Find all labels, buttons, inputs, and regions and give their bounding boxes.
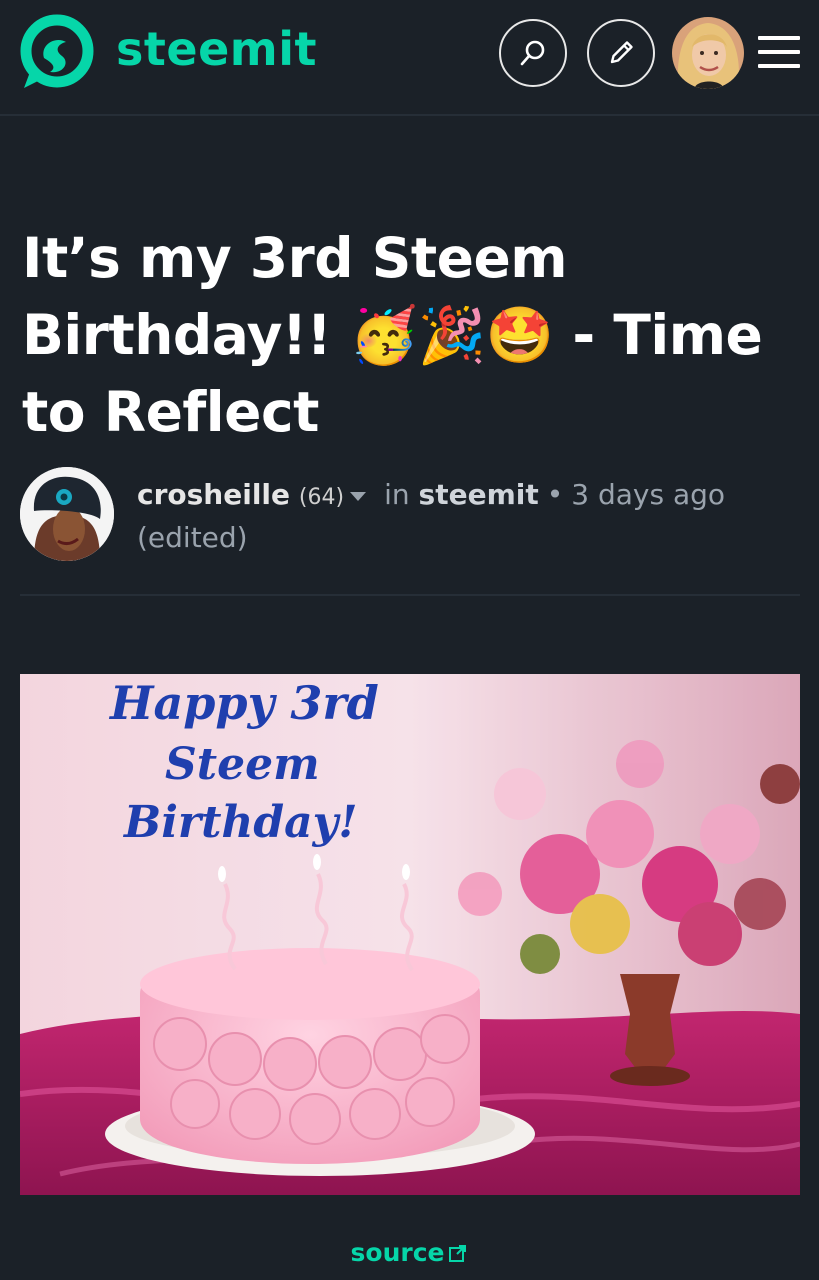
search-icon [520, 40, 545, 66]
birthday-cake-image: Happy 3rd Steem Birthday! [20, 674, 800, 1195]
steemit-logo-icon[interactable] [18, 14, 96, 92]
image-text-line: Birthday! [122, 797, 358, 848]
in-label: in [384, 478, 410, 511]
post-image[interactable]: Happy 3rd Steem Birthday! [20, 674, 800, 1195]
source-link[interactable]: source [0, 1238, 819, 1267]
top-bar: steemit [0, 0, 819, 116]
post-title: It’s my 3rd Steem Birthday!! 🥳🎉🤩 - Time … [22, 226, 763, 444]
community-link[interactable]: steemit [419, 478, 539, 511]
menu-line [758, 50, 800, 54]
image-text-line: Happy 3rd [108, 676, 379, 730]
external-link-icon [449, 1245, 467, 1262]
menu-line [758, 64, 800, 68]
user-avatar[interactable] [672, 17, 744, 89]
author-reputation: (64) [298, 485, 345, 510]
edited-label: (edited) [137, 521, 248, 554]
image-text-line: Steem [165, 739, 320, 790]
author-link[interactable]: crosheille [137, 478, 290, 511]
post-timestamp[interactable]: 3 days ago [571, 478, 725, 511]
create-post-button[interactable] [587, 19, 655, 87]
search-button[interactable] [499, 19, 567, 87]
source-label: source [350, 1238, 445, 1267]
divider [20, 594, 800, 596]
post-meta: crosheille (64) in steemit • 3 days ago (ed… [137, 475, 797, 558]
author-avatar[interactable] [20, 467, 114, 561]
menu-line [758, 36, 800, 40]
author-avatar-photo [20, 467, 114, 561]
user-avatar-photo [672, 17, 744, 89]
caret-down-icon[interactable] [350, 491, 367, 501]
separator-dot: • [546, 478, 564, 511]
brand-name[interactable]: steemit [116, 22, 317, 76]
hamburger-menu-button[interactable] [758, 34, 800, 70]
pencil-icon [610, 41, 633, 64]
